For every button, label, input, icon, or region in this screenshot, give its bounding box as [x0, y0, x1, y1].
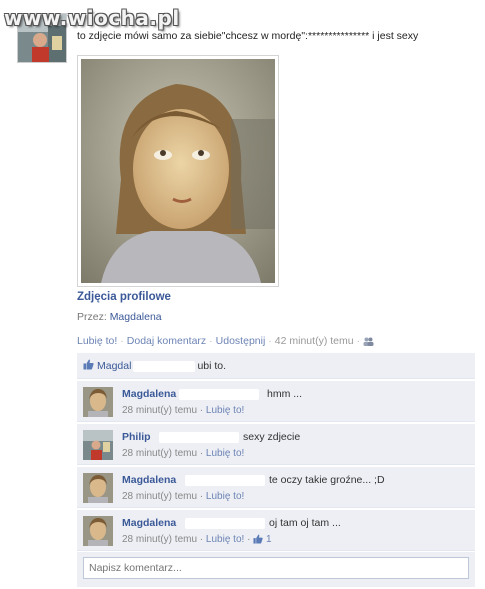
add-comment-link[interactable]: Dodaj komentarz	[127, 335, 206, 347]
comment-time[interactable]: 28 minut(y) temu	[122, 448, 197, 459]
comment-text: oj tam oj tam ...	[269, 517, 341, 529]
comment-4: Magdalena oj tam oj tam ... 28 minut(y) …	[77, 510, 475, 551]
by-line: Przez: Magdalena	[77, 311, 162, 323]
action-bar: Lubię to! · Dodaj komentarz · Udostępnij · 42 …	[77, 335, 374, 347]
comment-like-count[interactable]: 1	[266, 534, 272, 545]
separator: ·	[120, 335, 124, 347]
comment-meta: 28 minut(y) temu · Lubię to!	[122, 491, 245, 502]
comment-like-link[interactable]: Lubię to!	[206, 448, 244, 459]
separator: ·	[356, 335, 361, 347]
status-text: to zdjęcie mówi samo za siebie"chcesz w …	[77, 30, 419, 42]
comment-meta: 28 minut(y) temu · Lubię to!	[122, 448, 245, 459]
comment-meta: 28 minut(y) temu · Lubię to!	[122, 405, 245, 416]
comment-like-link[interactable]: Lubię to!	[206, 534, 244, 545]
comment-text: sexy zdjecie	[243, 431, 301, 443]
redaction	[179, 389, 259, 400]
separator: ·	[209, 335, 213, 347]
thumbs-up-icon	[83, 359, 94, 373]
comment-time[interactable]: 28 minut(y) temu	[122, 491, 197, 502]
separator: ·	[268, 335, 272, 347]
comment-meta: 28 minut(y) temu · Lubię to! · 1	[122, 534, 272, 545]
comment-time[interactable]: 28 minut(y) temu	[122, 534, 197, 545]
comment-avatar[interactable]	[83, 430, 113, 460]
comment-avatar[interactable]	[83, 473, 113, 503]
share-link[interactable]: Udostępnij	[216, 335, 266, 347]
comment-like-link[interactable]: Lubię to!	[206, 405, 244, 416]
comment-author-link[interactable]: Magdalena	[122, 474, 176, 486]
likes-row: Magdal ubi to.	[77, 353, 475, 379]
comment-input[interactable]	[83, 557, 469, 579]
redaction	[185, 518, 265, 529]
comment-1: Magdalena hmm ... 28 minut(y) temu · Lub…	[77, 381, 475, 422]
like-link[interactable]: Lubię to!	[77, 335, 117, 347]
comment-author-link[interactable]: Magdalena	[122, 388, 176, 400]
comment-input-wrap	[77, 552, 475, 587]
redaction	[185, 475, 265, 486]
redaction	[133, 360, 196, 372]
comment-like-link[interactable]: Lubię to!	[206, 491, 244, 502]
post-time[interactable]: 42 minut(y) temu	[275, 335, 354, 347]
watermark: www.wiocha.pl	[4, 6, 180, 30]
comment-author-link[interactable]: Philip	[122, 431, 151, 443]
thumbs-up-icon[interactable]	[253, 534, 263, 545]
author-link[interactable]: Magdalena	[110, 311, 162, 323]
profile-photo[interactable]	[77, 55, 279, 287]
comment-avatar[interactable]	[83, 387, 113, 417]
comment-avatar[interactable]	[83, 516, 113, 546]
friends-icon[interactable]	[363, 335, 374, 347]
comment-3: Magdalena te oczy takie groźne... ;D 28 …	[77, 467, 475, 508]
comment-text: te oczy takie groźne... ;D	[269, 474, 385, 486]
like-name-link[interactable]: Magdal	[97, 360, 131, 372]
likes-suffix: ubi to.	[197, 359, 227, 372]
comment-2: Philip sexy zdjecie 28 minut(y) temu · L…	[77, 424, 475, 465]
comment-author-link[interactable]: Magdalena	[122, 517, 176, 529]
comment-time[interactable]: 28 minut(y) temu	[122, 405, 197, 416]
redaction	[159, 432, 239, 443]
by-prefix: Przez:	[77, 311, 107, 323]
comment-text: hmm ...	[267, 388, 303, 400]
album-title-link[interactable]: Zdjęcia profilowe	[77, 291, 171, 303]
